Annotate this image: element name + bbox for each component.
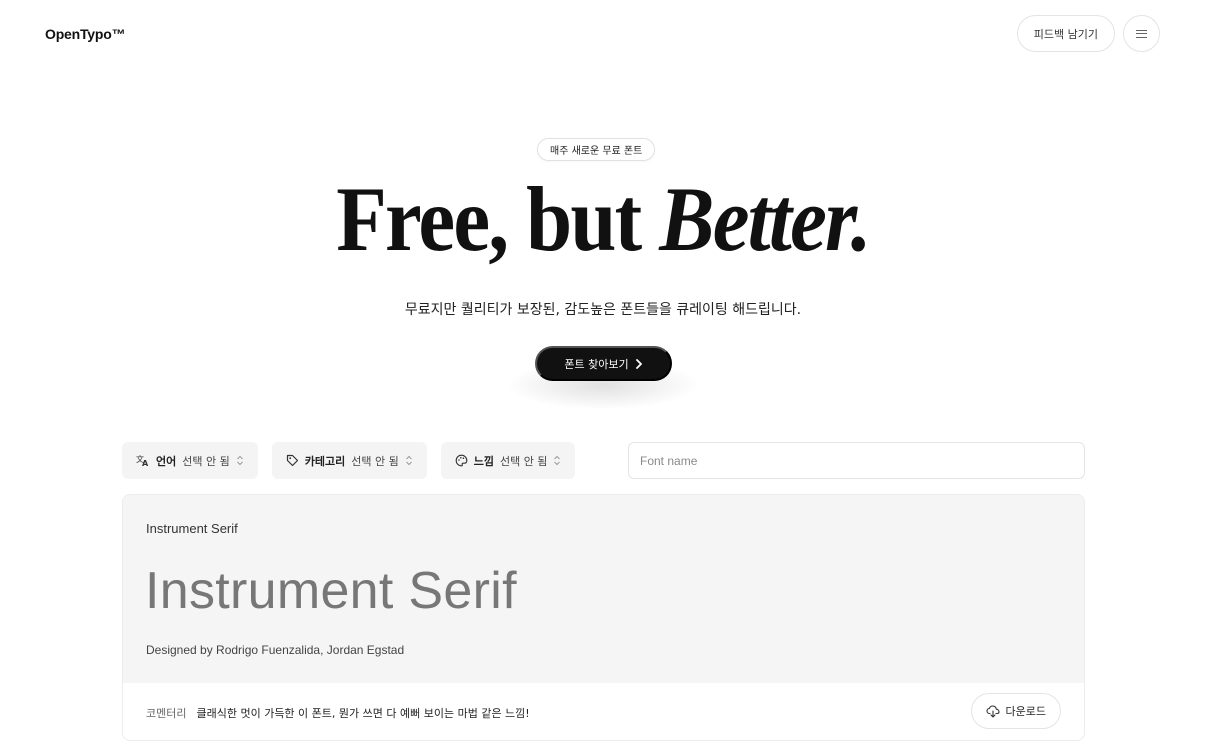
palette-icon	[455, 454, 468, 467]
filter-category[interactable]: 카테고리 선택 안 됨	[271, 442, 427, 479]
commentary-label: 코멘터리	[146, 706, 187, 720]
brand-logo[interactable]: OpenTypo™	[45, 26, 126, 42]
download-label: 다운로드	[1005, 705, 1046, 718]
chevron-up-down-icon	[554, 455, 561, 466]
header-actions: 피드백 남기기	[1016, 15, 1160, 52]
cloud-download-icon	[985, 704, 1000, 718]
new-fonts-badge: 매주 새로운 무료 폰트	[537, 138, 656, 161]
filter-language[interactable]: 文A 언어 선택 안 됨	[122, 442, 258, 479]
font-card-footer: 코멘터리 클래식한 멋이 가득한 이 폰트, 뭔가 쓰면 다 예뻐 보이는 마법…	[123, 683, 1084, 740]
filter-bar: 文A 언어 선택 안 됨 카테고리 선택 안 됨 느낌 선택 안 됨	[122, 442, 576, 479]
font-designer: Designed by Rodrigo Fuenzalida, Jordan E…	[146, 643, 405, 657]
font-preview-text: Instrument Serif	[145, 562, 517, 620]
commentary-text: 클래식한 멋이 가득한 이 폰트, 뭔가 쓰면 다 예뻐 보이는 마법 같은 느…	[196, 706, 530, 720]
menu-button[interactable]	[1123, 15, 1160, 52]
svg-text:A: A	[142, 459, 149, 467]
filter-language-name: 언어	[156, 454, 177, 468]
tag-icon	[286, 454, 298, 467]
chevron-right-icon	[635, 358, 642, 369]
download-button[interactable]: 다운로드	[970, 693, 1061, 729]
hero-title-plain: Free, but	[336, 168, 660, 270]
font-card-preview-area: Instrument Serif Instrument Serif Design…	[123, 495, 1084, 683]
filter-language-state: 선택 안 됨	[182, 454, 230, 468]
browse-fonts-button[interactable]: 폰트 찾아보기	[535, 346, 672, 381]
chevron-up-down-icon	[236, 455, 243, 466]
filter-feel-name: 느낌	[473, 454, 494, 468]
hero-title: Free, but Better.	[60, 165, 1145, 274]
font-name: Instrument Serif	[146, 521, 238, 536]
browse-fonts-label: 폰트 찾아보기	[564, 357, 629, 371]
hero-title-italic: Better.	[659, 168, 871, 270]
filter-category-name: 카테고리	[304, 454, 346, 468]
filter-category-state: 선택 안 됨	[351, 454, 399, 468]
filter-feel-state: 선택 안 됨	[499, 454, 548, 468]
font-card[interactable]: Instrument Serif Instrument Serif Design…	[122, 494, 1085, 741]
filter-feel[interactable]: 느낌 선택 안 됨	[440, 442, 576, 479]
hamburger-menu-icon	[1136, 29, 1147, 38]
font-name-search-input[interactable]	[628, 442, 1085, 479]
translate-icon: 文A	[136, 454, 149, 467]
chevron-up-down-icon	[405, 455, 412, 466]
hero-subtitle: 무료지만 퀄리티가 보장된, 감도높은 폰트들을 큐레이팅 해드립니다.	[404, 302, 802, 318]
feedback-button[interactable]: 피드백 남기기	[1016, 15, 1115, 52]
